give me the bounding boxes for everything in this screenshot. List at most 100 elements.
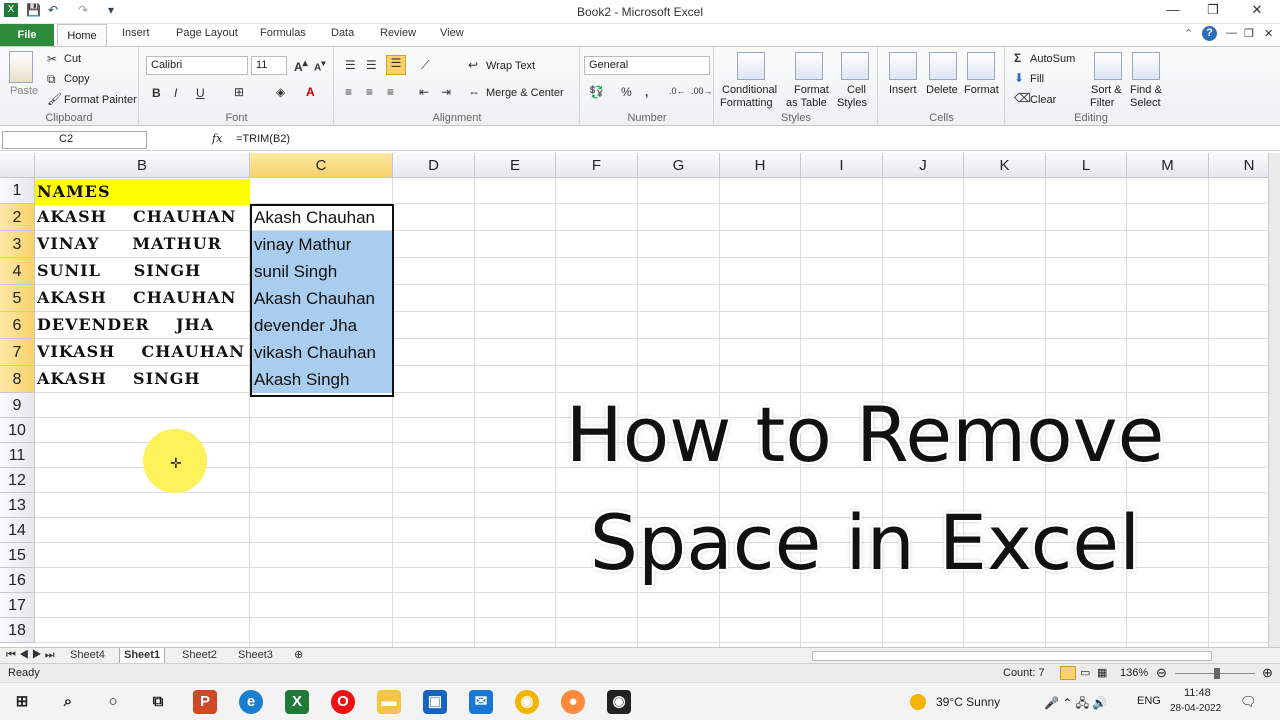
align-bottom-icon[interactable]: ☰ [386, 55, 406, 75]
formula-input[interactable]: =TRIM(B2) [236, 133, 290, 145]
sheet-tab-sheet1[interactable]: Sheet1 [119, 648, 166, 664]
font-color-icon[interactable]: A [306, 85, 315, 99]
row-header-10[interactable]: 10 [0, 418, 35, 443]
column-header-j[interactable]: J [883, 153, 964, 178]
file-explorer-icon[interactable]: ▬ [377, 690, 401, 714]
tab-insert[interactable]: Insert [122, 27, 150, 39]
column-header-h[interactable]: H [720, 153, 801, 178]
insert-function-icon[interactable]: fx [212, 132, 222, 145]
row-header-16[interactable]: 16 [0, 568, 35, 593]
italic-icon[interactable]: I [174, 86, 177, 100]
chrome-icon[interactable]: ◉ [515, 690, 539, 714]
increase-decimal-icon[interactable]: .0← [669, 86, 686, 96]
name-box[interactable]: C2 [2, 131, 147, 149]
conditional-formatting-line2[interactable]: Formatting [720, 97, 773, 109]
accounting-format-icon[interactable]: 💱 [589, 85, 604, 99]
row-header-17[interactable]: 17 [0, 593, 35, 618]
row-header-2[interactable]: 2 [0, 204, 35, 231]
mail-icon[interactable]: ✉ [469, 690, 493, 714]
sort-filter-line1[interactable]: Sort & [1091, 84, 1122, 96]
minimize-button[interactable]: — [1158, 2, 1188, 22]
vertical-scrollbar[interactable] [1268, 153, 1280, 647]
sheet-tab-sheet2[interactable]: Sheet2 [178, 648, 221, 664]
tab-file[interactable]: File [0, 24, 54, 46]
grow-font-icon[interactable]: A▴ [294, 58, 308, 74]
excel-taskbar-icon[interactable]: X [285, 690, 309, 714]
tab-home[interactable]: Home [57, 24, 107, 47]
bold-icon[interactable]: B [152, 86, 161, 100]
doc-restore-icon[interactable]: ❐ [1244, 27, 1254, 40]
insert-sheet-icon[interactable]: ⊕ [290, 648, 307, 664]
shrink-font-icon[interactable]: A▾ [314, 58, 325, 73]
edge-icon[interactable]: e [239, 690, 263, 714]
insert-button[interactable]: Insert [889, 84, 917, 96]
fill-button[interactable]: Fill [1030, 73, 1044, 85]
tab-data[interactable]: Data [331, 27, 354, 39]
row-header-9[interactable]: 9 [0, 393, 35, 418]
conditional-formatting-line1[interactable]: Conditional [722, 84, 777, 96]
zoom-out-icon[interactable]: ⊖ [1156, 665, 1167, 681]
cell-b2[interactable]: AKASH CHAUHAN [37, 204, 236, 230]
paste-icon[interactable] [9, 51, 33, 83]
opera-icon[interactable]: O [331, 690, 355, 714]
copy-button[interactable]: Copy [64, 73, 90, 85]
underline-icon[interactable]: U [196, 86, 205, 100]
language-indicator[interactable]: ENG [1137, 695, 1161, 707]
find-select-line2[interactable]: Select [1130, 97, 1161, 109]
tray-icons[interactable]: 🎤 ⌃ 🖧 🔊 [1044, 694, 1107, 715]
decrease-indent-icon[interactable]: ⇤ [419, 85, 429, 99]
screen-recorder-icon[interactable]: ◉ [607, 690, 631, 714]
horizontal-scrollbar[interactable] [812, 651, 1212, 661]
row-header-5[interactable]: 5 [0, 285, 35, 312]
tab-view[interactable]: View [440, 27, 464, 39]
sort-filter-line2[interactable]: Filter [1090, 97, 1114, 109]
clear-button[interactable]: Clear [1030, 94, 1056, 106]
column-header-e[interactable]: E [475, 153, 556, 178]
cell-b7[interactable]: VIKASH CHAUHAN [37, 339, 245, 365]
format-as-table-line1[interactable]: Format [794, 84, 829, 96]
page-break-view-icon[interactable]: ▦ [1097, 666, 1107, 679]
recorder-icon[interactable]: ● [561, 690, 585, 714]
weather-text[interactable]: 39°C Sunny [936, 695, 1000, 709]
worksheet-grid[interactable]: BCDEFGHIJKLMN 1 2 3 4 5 6 7 8 9 10 11 12 13 14 15 16 17 1… [0, 153, 1280, 647]
cell-b3[interactable]: VINAY MATHUR [37, 231, 222, 257]
format-painter-button[interactable]: Format Painter [64, 94, 137, 106]
row-header-12[interactable]: 12 [0, 468, 35, 493]
merge-center-button[interactable]: Merge & Center [486, 87, 564, 99]
orientation-icon[interactable]: ⟋ [421, 58, 429, 73]
paste-button[interactable]: Paste [10, 85, 38, 97]
cell-styles-line1[interactable]: Cell [847, 84, 866, 96]
decrease-decimal-icon[interactable]: .00→ [691, 86, 713, 96]
doc-close-icon[interactable]: ✕ [1264, 27, 1273, 40]
cell-b8[interactable]: AKASH SINGH [37, 366, 200, 392]
find-select-line1[interactable]: Find & [1130, 84, 1162, 96]
help-icon[interactable]: ? [1202, 26, 1217, 41]
zoom-in-icon[interactable]: ⊕ [1262, 665, 1273, 681]
column-header-m[interactable]: M [1127, 153, 1209, 178]
borders-icon[interactable]: ⊞ [234, 85, 244, 99]
row-header-14[interactable]: 14 [0, 518, 35, 543]
row-header-6[interactable]: 6 [0, 312, 35, 339]
restore-button[interactable]: ❐ [1198, 2, 1228, 22]
column-header-l[interactable]: L [1046, 153, 1127, 178]
align-right-icon[interactable]: ≡ [387, 85, 394, 99]
column-header-d[interactable]: D [393, 153, 475, 178]
row-header-1[interactable]: 1 [0, 178, 35, 204]
delete-button[interactable]: Delete [926, 84, 958, 96]
zoom-level[interactable]: 136% [1120, 667, 1148, 679]
cell-b4[interactable]: SUNIL SINGH [37, 258, 201, 284]
normal-view-icon[interactable] [1060, 666, 1076, 680]
sheet-tab-sheet3[interactable]: Sheet3 [234, 648, 277, 664]
wrap-text-button[interactable]: Wrap Text [486, 60, 535, 72]
store-icon[interactable]: ▣ [423, 690, 447, 714]
column-header-k[interactable]: K [964, 153, 1046, 178]
names-header-cell[interactable]: NAMES [37, 179, 111, 205]
windows-start-icon[interactable]: ⊞ [10, 690, 34, 714]
tab-formulas[interactable]: Formulas [260, 27, 306, 39]
row-header-7[interactable]: 7 [0, 339, 35, 366]
column-header-c[interactable]: C [250, 153, 393, 178]
minimize-ribbon-icon[interactable]: ⌃ [1184, 27, 1193, 40]
cut-button[interactable]: Cut [64, 53, 81, 65]
comma-style-icon[interactable]: , [645, 85, 648, 99]
column-header-g[interactable]: G [638, 153, 720, 178]
